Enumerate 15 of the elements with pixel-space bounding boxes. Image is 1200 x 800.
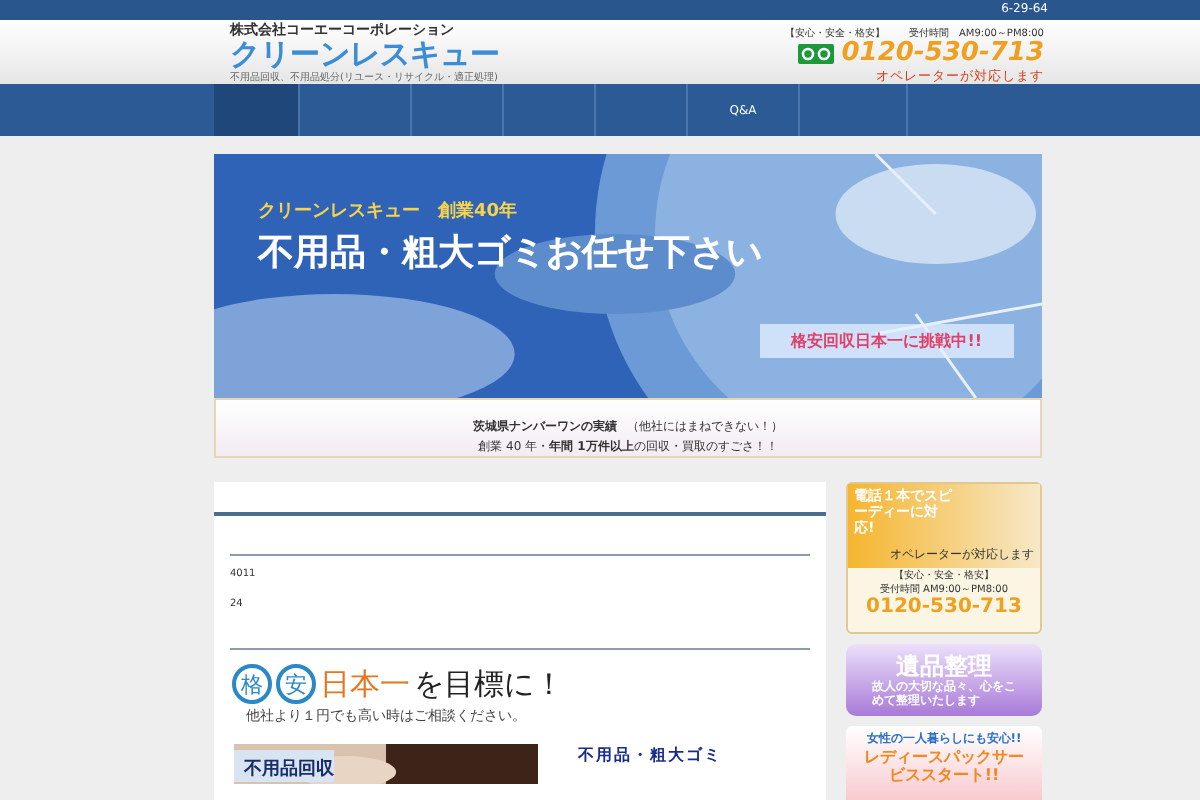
promo-image-text: 不用品回収: [234, 750, 334, 782]
logo-text[interactable]: クリーンレスキュー: [230, 38, 500, 72]
phone-number: 0120-530-713: [864, 596, 1024, 618]
challenge-label: 格安回収日本一に挑戦中!!: [759, 324, 1014, 358]
banner-headline: 不用品・粗大ゴミお任せ下さい: [258, 230, 764, 276]
goal-badge: 格: [232, 664, 272, 704]
phone-icon: [797, 44, 834, 64]
goal-text: を目標に！: [414, 665, 564, 703]
card-title: 遺品整理: [896, 653, 992, 679]
nav-tab[interactable]: [214, 84, 300, 136]
promo-heading: 不用品・粗大ゴミ: [578, 744, 722, 768]
goal-badge: 安: [276, 664, 316, 704]
banner-kicker: クリーンレスキュー 創業40年: [258, 199, 520, 224]
goal-highlight: 日本一: [320, 665, 410, 703]
card-title: レディースパックサービススタート!!: [864, 748, 1024, 784]
